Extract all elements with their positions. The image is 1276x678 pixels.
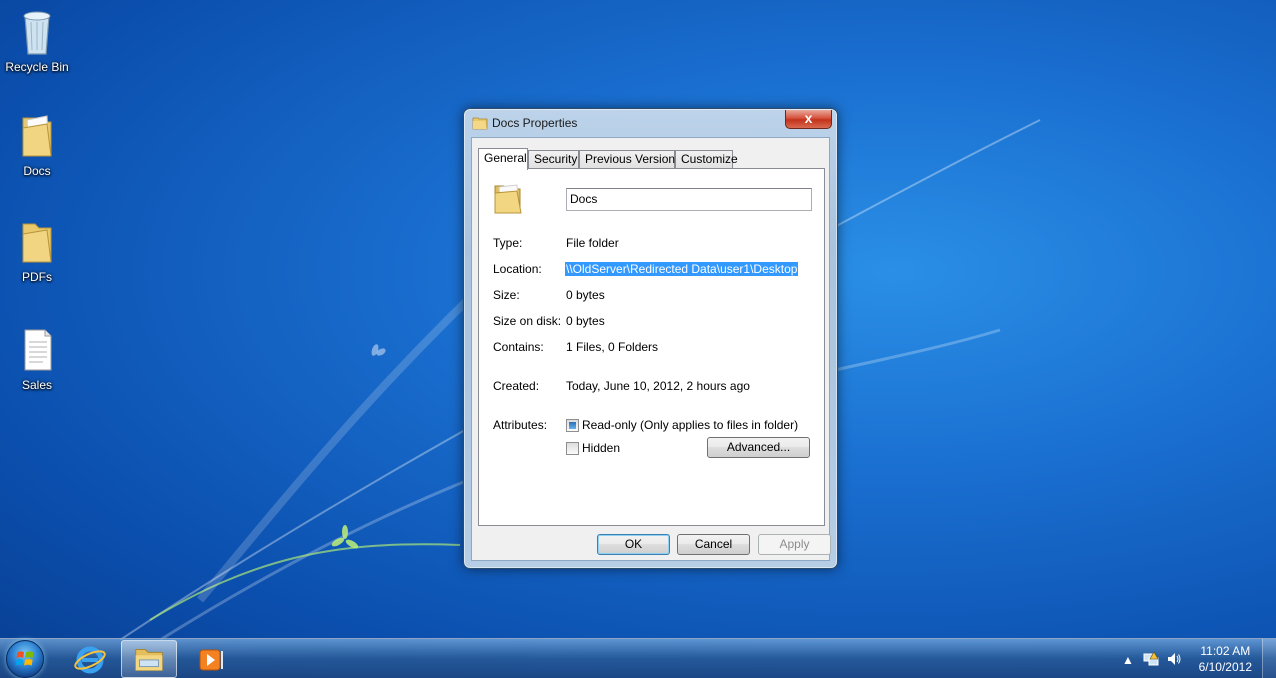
volume-icon[interactable] (1166, 651, 1182, 667)
hidden-checkbox[interactable] (566, 442, 579, 455)
location-value[interactable]: \\OldServer\Redirected Data\user1\Deskto… (565, 262, 799, 276)
internet-explorer-icon (74, 646, 106, 674)
close-button[interactable]: x (785, 110, 832, 129)
clock-time: 11:02 AM (1200, 644, 1251, 658)
size-label: Size: (493, 288, 520, 302)
desktop-icon-sales[interactable]: Sales (0, 326, 74, 392)
desktop-icon-recycle-bin[interactable]: Recycle Bin (0, 8, 74, 74)
general-tab-panel: Docs Type: File folder Location: \\OldSe… (478, 168, 825, 526)
taskbar-windows-explorer[interactable] (121, 640, 177, 678)
tab-security[interactable]: Security (528, 150, 579, 169)
contains-label: Contains: (493, 340, 544, 354)
show-hidden-icons-arrow[interactable]: ▲ (1122, 653, 1134, 667)
type-value: File folder (566, 236, 619, 250)
attributes-label: Attributes: (493, 418, 548, 432)
desktop-icon-pdfs[interactable]: PDFs (0, 218, 74, 284)
contains-value: 1 Files, 0 Folders (566, 340, 659, 354)
recycle-bin-icon (23, 11, 51, 55)
readonly-label[interactable]: Read-only (Only applies to files in fold… (582, 418, 798, 432)
separator (493, 404, 811, 405)
windows-explorer-icon (135, 649, 163, 671)
cancel-button[interactable]: Cancel (677, 534, 750, 555)
taskbar-media-player[interactable] (182, 640, 238, 678)
clock-date: 6/10/2012 (1198, 660, 1252, 674)
desktop-icon-docs[interactable]: Docs (0, 112, 74, 178)
dialog-titlebar[interactable]: Docs Properties x (464, 109, 837, 137)
created-label: Created: (493, 379, 540, 393)
ok-button[interactable]: OK (597, 534, 670, 555)
desktop-icon-label: Recycle Bin (5, 60, 69, 74)
apply-button[interactable]: Apply (758, 534, 831, 555)
dialog-client-area: General Security Previous Versions Custo… (471, 137, 831, 561)
readonly-checkbox[interactable] (566, 419, 579, 432)
advanced-button[interactable]: Advanced... (707, 437, 810, 458)
tab-previous-versions[interactable]: Previous Versions (579, 150, 681, 169)
size-value: 0 bytes (566, 288, 605, 302)
folder-name-input[interactable]: Docs (566, 188, 812, 211)
size-on-disk-label: Size on disk: (493, 314, 562, 328)
created-value: Today, June 10, 2012, 2 hours ago (566, 379, 750, 393)
show-desktop-button[interactable] (1262, 639, 1276, 678)
windows-logo-icon (15, 651, 34, 666)
separator (493, 222, 811, 223)
size-on-disk-value: 0 bytes (566, 314, 605, 328)
folder-icon (472, 117, 488, 130)
tab-customize[interactable]: Customize (675, 150, 738, 169)
system-clock[interactable]: 11:02 AM 6/10/2012 (1199, 643, 1252, 675)
folder-icon (22, 223, 52, 263)
folder-icon (494, 184, 522, 214)
network-icon[interactable] (1143, 651, 1159, 667)
desktop-icon-label: Sales (21, 378, 53, 392)
close-icon: x (804, 110, 813, 126)
desktop-icon-label: PDFs (22, 270, 52, 284)
start-button[interactable] (6, 640, 44, 678)
hidden-label[interactable]: Hidden (582, 441, 620, 455)
taskbar-internet-explorer[interactable] (62, 640, 118, 678)
dialog-title: Docs Properties (492, 116, 578, 130)
text-document-icon (24, 329, 52, 371)
taskbar: ▲ 11:02 AM 6/10/2012 (0, 638, 1276, 678)
folder-icon (22, 115, 52, 157)
properties-dialog: Docs Properties x General Security Previ… (463, 108, 838, 569)
desktop-icon-label: Docs (23, 164, 51, 178)
tab-general[interactable]: General (478, 148, 528, 170)
media-player-icon (199, 649, 223, 671)
separator (493, 365, 811, 366)
location-label: Location: (493, 262, 542, 276)
type-label: Type: (493, 236, 523, 250)
